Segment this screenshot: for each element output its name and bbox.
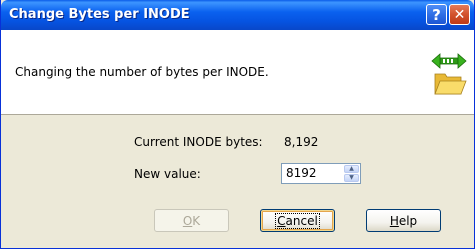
ok-button-label: OK	[182, 213, 201, 228]
dialog-window: Change Bytes per INODE ? ✕ Changing the …	[0, 0, 475, 249]
current-bytes-value: 8,192	[284, 135, 319, 149]
close-glyph: ✕	[453, 6, 466, 23]
help-button[interactable]: Help	[366, 209, 441, 232]
spin-down-arrow-icon[interactable]: ▼	[344, 174, 359, 182]
help-icon[interactable]: ?	[426, 4, 447, 25]
title-bar[interactable]: Change Bytes per INODE ? ✕	[1, 0, 474, 30]
folder-with-green-arrows-icon	[431, 53, 467, 95]
new-value-input[interactable]	[282, 164, 342, 183]
spinner-buttons: ▲ ▼	[344, 165, 359, 182]
new-value-label: New value:	[134, 167, 201, 181]
header-panel: Changing the number of bytes per INODE.	[1, 30, 474, 115]
cancel-button-label: Cancel	[275, 212, 320, 229]
help-glyph: ?	[432, 5, 441, 24]
close-icon[interactable]: ✕	[449, 4, 470, 25]
cancel-button[interactable]: Cancel	[260, 209, 335, 232]
spin-up-arrow-icon[interactable]: ▲	[344, 165, 359, 173]
help-button-label: Help	[389, 213, 418, 228]
window-title: Change Bytes per INODE	[9, 7, 190, 22]
ok-button[interactable]: OK	[154, 209, 229, 232]
header-description: Changing the number of bytes per INODE.	[15, 65, 269, 79]
current-bytes-label: Current INODE bytes:	[134, 135, 263, 149]
new-value-spinner[interactable]: ▲ ▼	[281, 163, 361, 184]
